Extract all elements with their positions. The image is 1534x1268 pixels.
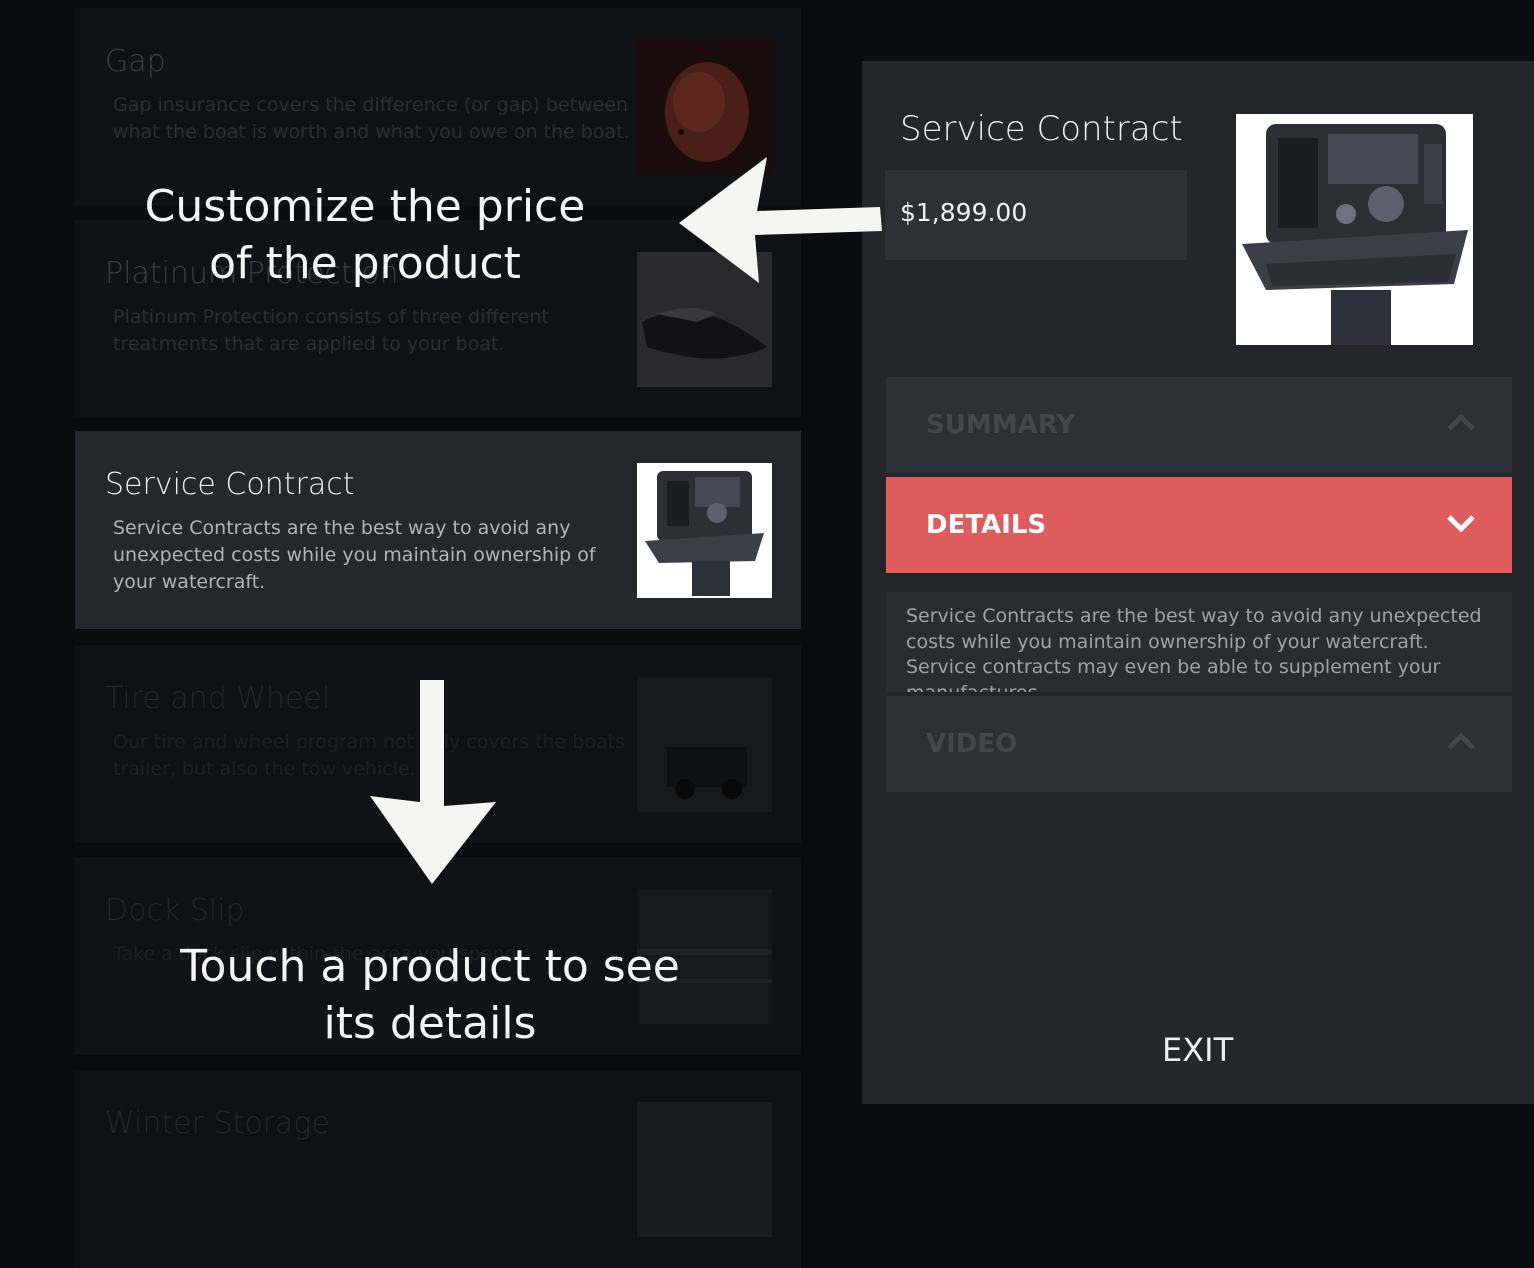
summary-label: SUMMARY: [926, 410, 1076, 440]
price-hint-text: Customize the price of the product: [144, 181, 586, 289]
product-title: Service Contract: [105, 467, 355, 502]
chevron-up-icon: [1447, 413, 1475, 431]
truck-image: [637, 677, 772, 812]
product-title: Dock Slip: [105, 893, 245, 928]
product-detail-panel: Service Contract $1,899.00 SUMMARY DETAI…: [862, 61, 1534, 1104]
arrow-left-icon: [679, 157, 882, 283]
product-card-winter-storage[interactable]: Winter Storage: [75, 1070, 801, 1268]
outboard-engine-image: [637, 463, 772, 598]
video-accordion-header[interactable]: VIDEO: [886, 696, 1512, 792]
details-text: Service Contracts are the best way to av…: [886, 592, 1512, 692]
exit-button[interactable]: EXIT: [1162, 1031, 1233, 1069]
details-label: DETAILS: [926, 510, 1047, 540]
price-input[interactable]: $1,899.00: [885, 170, 1187, 260]
product-title: Gap: [105, 44, 166, 79]
storage-image: [637, 1102, 772, 1237]
chevron-up-icon: [1447, 732, 1475, 750]
product-title: Winter Storage: [105, 1106, 330, 1141]
touch-hint-text: Touch a product to see its details: [180, 941, 680, 1049]
details-accordion-header[interactable]: DETAILS: [886, 477, 1512, 573]
product-card-service-contract[interactable]: Service Contract Service Contracts are t…: [75, 431, 801, 629]
product-title: Tire and Wheel: [105, 681, 331, 716]
product-description: Service Contracts are the best way to av…: [113, 517, 596, 593]
outboard-engine-image: [1236, 114, 1473, 345]
product-description: Platinum Protection consists of three di…: [113, 306, 549, 355]
summary-accordion-header[interactable]: SUMMARY: [886, 377, 1512, 473]
arrow-down-icon: [370, 680, 496, 884]
product-description: Gap insurance covers the difference (or …: [113, 94, 630, 143]
video-label: VIDEO: [926, 729, 1018, 759]
detail-title: Service Contract: [900, 109, 1183, 149]
chevron-down-icon: [1447, 515, 1475, 533]
